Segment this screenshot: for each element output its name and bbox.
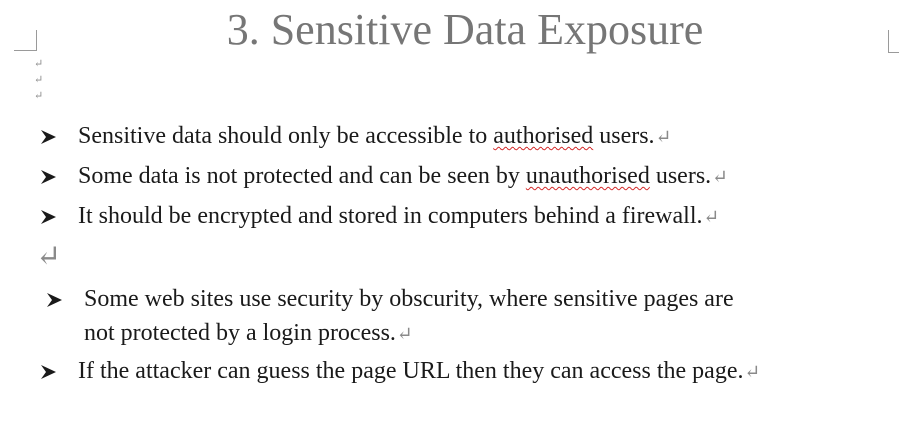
misspelled-word[interactable]: unauthorised <box>526 163 650 189</box>
arrow-bullet-icon <box>47 293 62 307</box>
page-title[interactable]: 3. Sensitive Data Exposure <box>0 3 900 57</box>
paragraph-mark: ↵ <box>744 362 761 383</box>
arrow-bullet-icon <box>41 170 56 184</box>
paragraph-mark: ↵ <box>396 324 413 345</box>
arrow-bullet-icon <box>41 365 56 379</box>
bullet-text: It should be encrypted and stored in com… <box>78 203 720 229</box>
arrow-bullet-icon <box>41 210 56 224</box>
document-page[interactable]: 3. Sensitive Data Exposure ↵ ↵ ↵ Sensiti… <box>0 0 900 432</box>
bullet-text: Sensitive data should only be accessible… <box>78 123 672 149</box>
empty-paragraph-mark: ↵ <box>36 240 62 273</box>
misspelled-word[interactable]: authorised <box>493 123 593 149</box>
paragraph-mark: ↵ <box>703 207 720 228</box>
bullet-text: Some data is not protected and can be se… <box>78 163 729 189</box>
arrow-bullet-icon <box>41 130 56 144</box>
paragraph-mark: ↵ <box>34 90 44 102</box>
empty-paragraph-marks: ↵ ↵ ↵ <box>34 56 43 104</box>
bullet-text: If the attacker can guess the page URL t… <box>78 358 761 384</box>
paragraph-mark: ↵ <box>712 167 729 188</box>
bullet-text: Some web sites use security by obscurity… <box>84 286 734 346</box>
paragraph-mark: ↵ <box>34 58 44 70</box>
paragraph-mark: ↵ <box>655 127 672 148</box>
paragraph-mark: ↵ <box>34 74 44 86</box>
